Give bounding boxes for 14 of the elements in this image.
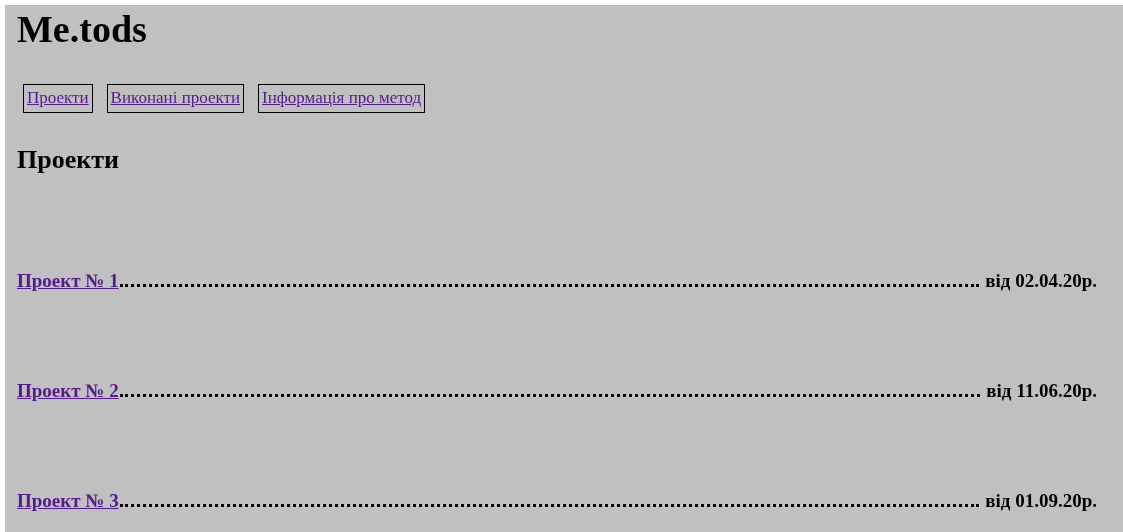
- project-link[interactable]: Проект № 3: [17, 489, 119, 513]
- site-title: Me.tods: [17, 7, 148, 51]
- nav-box[interactable]: Виконані проекти: [106, 84, 245, 113]
- project-link[interactable]: Проект № 1: [17, 269, 119, 293]
- nav-link[interactable]: Виконані проекти: [110, 88, 241, 107]
- nav-box[interactable]: Проекти: [23, 84, 93, 113]
- project-date: від 02.04.20р.: [985, 269, 1097, 293]
- nav-link[interactable]: Проекти: [27, 88, 89, 107]
- section-heading: Проекти: [17, 145, 120, 175]
- nav-link[interactable]: Інформація про метод: [262, 88, 422, 107]
- project-link[interactable]: Проект № 2: [17, 379, 119, 403]
- nav-box[interactable]: Інформація про метод: [258, 84, 426, 113]
- project-date: від 11.06.20р.: [986, 379, 1097, 403]
- project-date: від 01.09.20р.: [985, 489, 1097, 513]
